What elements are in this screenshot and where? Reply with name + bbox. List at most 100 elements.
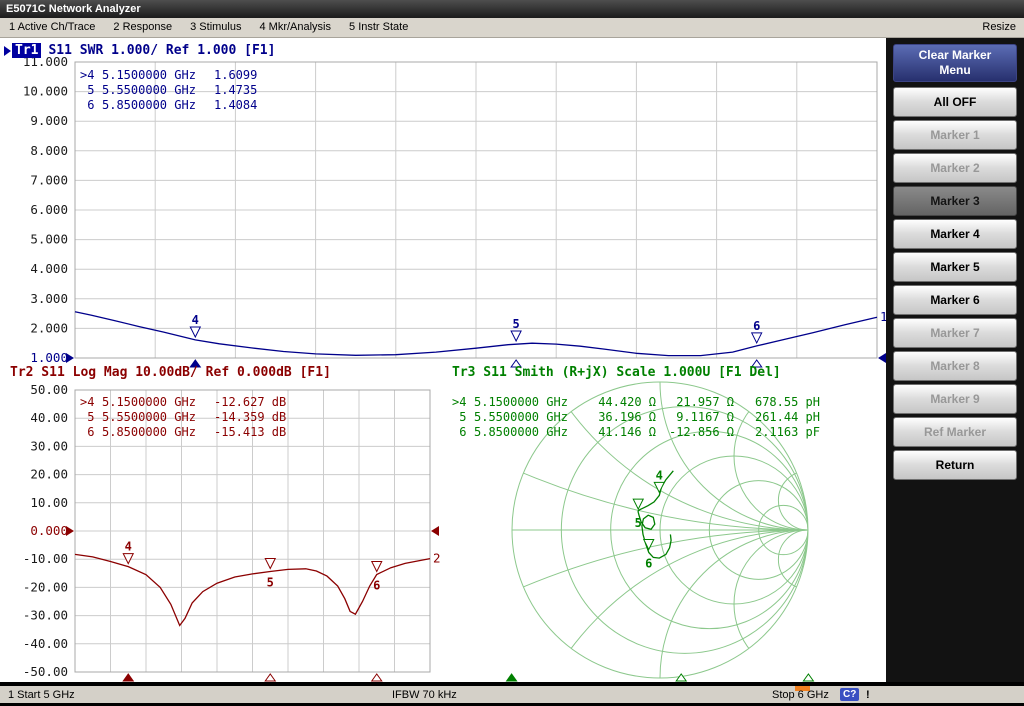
marker-readout-row: >45.1500000 GHz44.420 Ω21.957 Ω678.55 pH — [452, 395, 820, 410]
svg-text:2.000: 2.000 — [30, 320, 68, 335]
title-bar[interactable]: E5071C Network Analyzer — [0, 0, 1024, 18]
stimulus-marker-5 — [265, 674, 275, 681]
svg-text:10.00: 10.00 — [30, 495, 68, 510]
svg-text:6: 6 — [753, 319, 760, 333]
svg-text:-50.00: -50.00 — [23, 664, 68, 679]
svg-text:20.00: 20.00 — [30, 467, 68, 482]
softkey-marker-8: Marker 8 — [893, 351, 1017, 381]
marker-5-flag — [511, 331, 521, 341]
svg-text:6.000: 6.000 — [30, 202, 68, 217]
main-content: 11.00010.0009.0008.0007.0006.0005.0004.0… — [0, 38, 1024, 682]
menu-4-mkr-analysis[interactable]: 4 Mkr/Analysis — [250, 18, 340, 37]
svg-text:-10.00: -10.00 — [23, 551, 68, 566]
chart-tr3-smith: 4 5 6 — [68, 38, 886, 682]
softkey-marker-7: Marker 7 — [893, 318, 1017, 348]
charts-canvas[interactable]: 11.00010.0009.0008.0007.0006.0005.0004.0… — [0, 38, 886, 682]
stimulus-marker-6 — [803, 674, 813, 681]
stimulus-marker-4 — [507, 674, 517, 681]
softkey-marker-9: Marker 9 — [893, 384, 1017, 414]
menu-items: 1 Active Ch/Trace2 Response3 Stimulus4 M… — [0, 18, 417, 37]
marker-6-flag — [372, 561, 382, 571]
alert-indicator: ! — [866, 687, 870, 703]
marker-readout-row: 65.8500000 GHz-15.413 dB — [80, 425, 286, 440]
svg-text:7.000: 7.000 — [30, 172, 68, 187]
softkey-marker-1: Marker 1 — [893, 120, 1017, 150]
measurement-display: 11.00010.0009.0008.0007.0006.0005.0004.0… — [0, 38, 886, 682]
stimulus-marker-6 — [372, 674, 382, 681]
trace3-header[interactable]: Tr3 S11 Smith (R+jX) Scale 1.000U [F1 De… — [452, 365, 781, 380]
menu-2-response[interactable]: 2 Response — [104, 18, 181, 37]
softkey-menu-title: Clear Marker Menu — [893, 44, 1017, 82]
marker-5-flag — [633, 499, 643, 509]
stimulus-marker-4 — [123, 674, 133, 681]
trace2-marker-readout: >45.1500000 GHz-12.627 dB 55.5500000 GHz… — [80, 395, 286, 440]
marker-readout-row: 55.5500000 GHz36.196 Ω9.1167 Ω261.44 pH — [452, 410, 820, 425]
svg-text:5: 5 — [635, 516, 642, 530]
svg-text:1.000: 1.000 — [30, 350, 68, 365]
svg-text:1: 1 — [880, 309, 886, 324]
svg-text:0.000: 0.000 — [30, 523, 68, 538]
svg-text:4: 4 — [125, 540, 132, 554]
marker-4-flag — [123, 554, 133, 564]
softkey-menu-title-line2: Menu — [939, 63, 970, 78]
trace3-marker-readout: >45.1500000 GHz44.420 Ω21.957 Ω678.55 pH… — [452, 395, 820, 440]
svg-text:10.000: 10.000 — [23, 84, 68, 99]
ref-level-arrow-right — [878, 353, 886, 363]
svg-text:-40.00: -40.00 — [23, 636, 68, 651]
softkey-marker-3[interactable]: Marker 3 — [893, 186, 1017, 216]
menu-1-active-ch-trace[interactable]: 1 Active Ch/Trace — [0, 18, 104, 37]
status-bar: 1 Start 5 GHz IFBW 70 kHz Stop 6 GHz C? … — [0, 686, 1024, 706]
svg-text:40.00: 40.00 — [30, 410, 68, 425]
softkey-ref-marker: Ref Marker — [893, 417, 1017, 447]
ref-level-arrow-left — [66, 526, 74, 536]
svg-text:-20.00: -20.00 — [23, 579, 68, 594]
menu-5-instr-state[interactable]: 5 Instr State — [340, 18, 417, 37]
marker-readout-row: 65.8500000 GHz1.4084 — [80, 98, 257, 113]
marker-readout-row: 55.5500000 GHz-14.359 dB — [80, 410, 286, 425]
svg-text:3.000: 3.000 — [30, 291, 68, 306]
softkey-marker-4[interactable]: Marker 4 — [893, 219, 1017, 249]
window-title: E5071C Network Analyzer — [6, 3, 141, 15]
marker-readout-row: >45.1500000 GHz-12.627 dB — [80, 395, 286, 410]
svg-text:5: 5 — [512, 317, 519, 331]
svg-text:9.000: 9.000 — [30, 113, 68, 128]
stimulus-marker-5 — [676, 674, 686, 681]
softkey-marker-6[interactable]: Marker 6 — [893, 285, 1017, 315]
softkey-marker-5[interactable]: Marker 5 — [893, 252, 1017, 282]
status-ifbw: IFBW 70 kHz — [392, 687, 457, 703]
softkey-menu-title-line1: Clear Marker — [919, 48, 992, 63]
active-trace-arrow-icon — [4, 46, 11, 56]
svg-text:4: 4 — [192, 313, 199, 327]
marker-readout-row: 55.5500000 GHz1.4735 — [80, 83, 257, 98]
trace1-badge: Tr1 — [12, 43, 41, 58]
softkey-all-off[interactable]: All OFF — [893, 87, 1017, 117]
svg-text:30.00: 30.00 — [30, 438, 68, 453]
marker-4-flag — [190, 327, 200, 337]
ref-level-arrow-left — [66, 353, 74, 363]
softkey-buttons: All OFFMarker 1Marker 2Marker 3Marker 4M… — [893, 87, 1017, 480]
trace1-header[interactable]: Tr1 S11 SWR 1.000/ Ref 1.000 [F1] — [4, 43, 275, 58]
softkey-menu: Clear Marker Menu All OFFMarker 1Marker … — [886, 38, 1024, 682]
resize-button[interactable]: Resize — [982, 18, 1016, 37]
status-stop-frequency: Stop 6 GHz — [772, 687, 829, 703]
softkey-return[interactable]: Return — [893, 450, 1017, 480]
status-start-frequency: 1 Start 5 GHz — [8, 687, 75, 703]
svg-text:8.000: 8.000 — [30, 143, 68, 158]
menu-3-stimulus[interactable]: 3 Stimulus — [181, 18, 250, 37]
svg-text:-30.00: -30.00 — [23, 608, 68, 623]
svg-text:2: 2 — [433, 551, 441, 566]
menu-bar: 1 Active Ch/Trace2 Response3 Stimulus4 M… — [0, 18, 1024, 38]
softkey-marker-2: Marker 2 — [893, 153, 1017, 183]
ref-level-arrow-right — [431, 526, 439, 536]
trace2-header[interactable]: Tr2 S11 Log Mag 10.00dB/ Ref 0.000dB [F1… — [10, 365, 331, 380]
marker-readout-row: 65.8500000 GHz41.146 Ω-12.856 Ω2.1163 pF — [452, 425, 820, 440]
svg-text:4: 4 — [656, 468, 663, 482]
svg-text:5: 5 — [267, 575, 274, 589]
trace1-marker-readout: >45.1500000 GHz1.6099 55.5500000 GHz1.47… — [80, 68, 257, 113]
svg-text:5.000: 5.000 — [30, 232, 68, 247]
svg-text:6: 6 — [645, 556, 652, 570]
marker-5-flag — [265, 558, 275, 568]
marker-readout-row: >45.1500000 GHz1.6099 — [80, 68, 257, 83]
correction-status-badge: C? — [840, 688, 859, 701]
app-window: E5071C Network Analyzer 1 Active Ch/Trac… — [0, 0, 1024, 706]
